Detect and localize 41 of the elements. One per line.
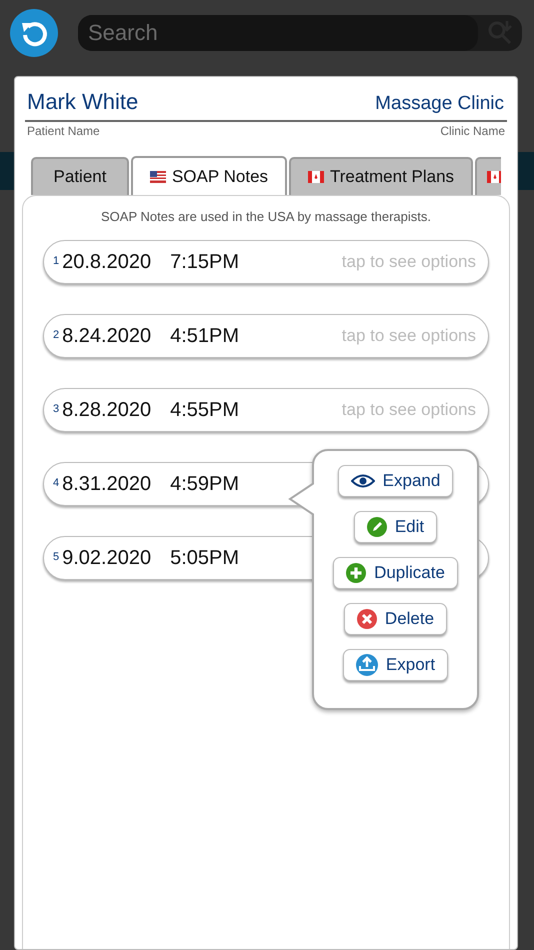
- menu-button[interactable]: Export: [342, 649, 448, 681]
- delete-icon: [356, 609, 377, 629]
- menu-button[interactable]: Delete: [344, 603, 448, 635]
- eye-icon: [350, 474, 375, 488]
- canada-flag-icon: [487, 171, 501, 183]
- menu-button[interactable]: Expand: [338, 465, 454, 497]
- note-date: 8.24.2020: [62, 324, 152, 348]
- note-time: 7:15PM: [170, 250, 240, 274]
- search-field[interactable]: Search: [78, 14, 478, 50]
- note-hint: tap to see options: [342, 324, 476, 347]
- description-text: SOAP Notes are used in the USA by massage therapists.: [100, 208, 432, 226]
- menu-button[interactable]: Edit: [354, 511, 438, 543]
- tab[interactable]: Patient: [31, 157, 129, 195]
- note-time: 4:55PM: [170, 398, 240, 422]
- note-time: 4:59PM: [170, 472, 240, 496]
- clinic-name: Massage Clinic: [375, 92, 505, 116]
- note-number: 5: [53, 550, 60, 566]
- note-date: 9.02.2020: [62, 546, 152, 570]
- clinic-name-label: Clinic Name: [440, 123, 505, 140]
- note-number: 1: [53, 254, 60, 270]
- note-hint: tap to see options: [342, 398, 476, 421]
- note-number: 4: [53, 476, 60, 492]
- tab[interactable]: Treatment Plans: [289, 157, 473, 195]
- note-date: 8.31.2020: [62, 472, 152, 496]
- note-date: 20.8.2020: [62, 250, 152, 274]
- export-icon: [356, 654, 378, 676]
- plus-icon: [346, 563, 366, 583]
- patient-name: Mark White: [26, 88, 138, 116]
- menu-button[interactable]: Duplicate: [333, 557, 458, 589]
- tab[interactable]: SOAP Notes: [131, 156, 287, 195]
- note-number: 2: [53, 328, 60, 344]
- note-hint: tap to see options: [342, 250, 476, 273]
- note-time: 5:05PM: [170, 546, 240, 570]
- canada-flag-icon: [308, 171, 324, 183]
- back-button[interactable]: [10, 8, 58, 56]
- patient-name-label: Patient Name: [27, 123, 100, 140]
- note-date: 8.28.2020: [62, 398, 152, 422]
- us-flag-icon: [150, 170, 166, 182]
- note-time: 4:51PM: [170, 324, 240, 348]
- note-number: 3: [53, 402, 60, 418]
- pencil-icon: [366, 517, 387, 537]
